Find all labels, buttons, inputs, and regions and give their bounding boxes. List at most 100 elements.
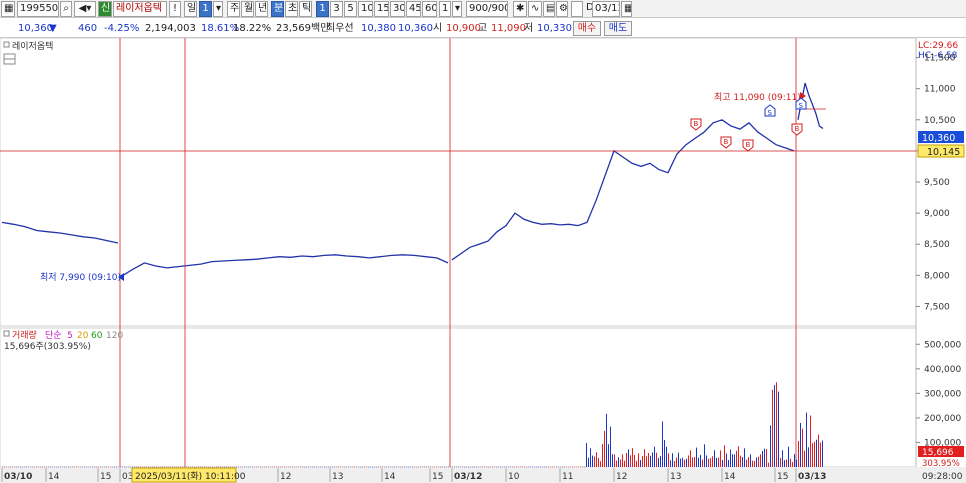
period-number[interactable]: 1 <box>199 1 212 17</box>
volume-bar <box>418 466 419 468</box>
period-year[interactable]: 년 <box>255 1 268 17</box>
volume-bar <box>754 460 755 467</box>
volume-bar <box>224 466 225 468</box>
speaker-icon[interactable]: ◀▾ <box>74 1 96 17</box>
volume-bar <box>300 466 301 468</box>
date-input[interactable]: 03/13 <box>592 1 620 17</box>
volume-bar <box>624 460 625 467</box>
volume-bar <box>678 452 679 467</box>
volume-bar <box>100 466 101 468</box>
volume-tick-label: 500,000 <box>924 340 961 350</box>
volume-bar <box>774 385 775 467</box>
volume-bar <box>60 466 61 468</box>
volume-bar <box>430 466 431 468</box>
volume-bar <box>346 466 347 468</box>
volume-bar <box>144 466 145 468</box>
ma-period-120: 120 <box>106 331 123 341</box>
volume-bar <box>250 466 251 468</box>
volume-bar <box>498 466 499 468</box>
volume-bar <box>108 466 109 468</box>
grid-icon[interactable]: ▦ <box>1 1 15 17</box>
chevron-down-icon[interactable]: ▾ <box>452 1 462 17</box>
volume-bar <box>404 466 405 468</box>
volume-bar <box>582 466 583 468</box>
volume-bar <box>536 466 537 468</box>
volume-bar <box>258 466 259 468</box>
interval-45[interactable]: 45 <box>406 1 421 17</box>
volume-bar <box>808 447 809 467</box>
time-tick-label: 13 <box>670 472 681 482</box>
volume-bar <box>780 458 781 467</box>
settings-icon[interactable]: ⚙ <box>556 1 568 17</box>
volume-bar <box>338 466 339 468</box>
volume-bar <box>444 466 445 468</box>
volume-bar <box>588 457 589 467</box>
warning-icon[interactable]: ! <box>169 1 181 17</box>
volume-bar <box>618 457 619 467</box>
price-tick-label: 10,500 <box>924 116 956 126</box>
volume-bar <box>46 466 47 468</box>
volume-bar <box>612 454 613 467</box>
interval-1[interactable]: 1 <box>316 1 329 17</box>
turnover-rate-2: 18.22% <box>233 23 272 34</box>
volume-bar <box>816 439 817 467</box>
volume-bar <box>306 466 307 468</box>
indicator-icon[interactable]: ✱ <box>513 1 527 17</box>
chevron-down-icon[interactable]: ▾ <box>213 1 223 17</box>
volume-bar <box>476 466 477 468</box>
interval-input[interactable]: 1 <box>439 1 451 17</box>
volume-bar <box>540 466 541 468</box>
volume-bar <box>732 454 733 467</box>
sell-button[interactable]: 매도 <box>604 21 632 36</box>
calendar-icon[interactable]: ▦ <box>621 1 632 17</box>
volume-bar <box>136 466 137 468</box>
period-day[interactable]: 일 <box>184 1 197 17</box>
period-tick[interactable]: 틱 <box>299 1 312 17</box>
volume-bar <box>760 454 761 467</box>
interval-15[interactable]: 15 <box>374 1 389 17</box>
volume-bar <box>650 455 651 467</box>
interval-60[interactable]: 60 <box>422 1 437 17</box>
volume-bar <box>246 466 247 468</box>
chart-area[interactable]: 레이저옵텍 LC:29.66 HC:-6.58 11,500 11,000 10,5… <box>0 37 966 483</box>
bar-count-input[interactable]: 900/900 <box>466 1 508 17</box>
volume-bar <box>408 466 409 468</box>
volume-bar <box>34 466 35 468</box>
volume-bar <box>708 458 709 467</box>
volume-bar <box>322 466 323 468</box>
volume-bar <box>452 466 453 468</box>
period-second[interactable]: 초 <box>285 1 298 17</box>
volume-bar <box>668 453 669 467</box>
volume-bar <box>548 466 549 468</box>
buy-button[interactable]: 매수 <box>573 21 601 36</box>
price-tick-label: 9,500 <box>924 178 950 188</box>
volume-bar <box>280 466 281 468</box>
volume-bar <box>130 466 131 468</box>
volume-bar <box>512 466 513 468</box>
volume-bar <box>342 466 343 468</box>
interval-3[interactable]: 3 <box>330 1 343 17</box>
volume-bar <box>782 450 783 467</box>
interval-30[interactable]: 30 <box>390 1 405 17</box>
volume-bar <box>200 466 201 468</box>
stock-code-input[interactable]: 199550 <box>17 1 59 17</box>
volume-bar <box>486 466 487 468</box>
volume-bar <box>576 466 577 468</box>
volume-bar <box>410 466 411 468</box>
interval-10[interactable]: 10 <box>358 1 373 17</box>
high-label: 고 <box>478 23 488 34</box>
save-icon[interactable]: ▤ <box>543 1 555 17</box>
date-checkbox[interactable] <box>571 1 583 17</box>
stock-name[interactable]: 레이저옵텍 <box>113 1 167 17</box>
interval-5[interactable]: 5 <box>344 1 357 17</box>
period-minute[interactable]: 분 <box>271 1 284 17</box>
chart-type-icon[interactable]: ∿ <box>528 1 542 17</box>
search-icon[interactable]: ⌕ <box>60 1 72 17</box>
volume-bar <box>80 466 81 468</box>
period-week[interactable]: 주 <box>227 1 240 17</box>
price-volume-chart[interactable]: 레이저옵텍 LC:29.66 HC:-6.58 11,50011,00010,5… <box>0 37 966 483</box>
period-month[interactable]: 월 <box>241 1 254 17</box>
volume-bar <box>208 466 209 468</box>
volume-bar <box>114 466 115 468</box>
volume-bar <box>756 457 757 467</box>
